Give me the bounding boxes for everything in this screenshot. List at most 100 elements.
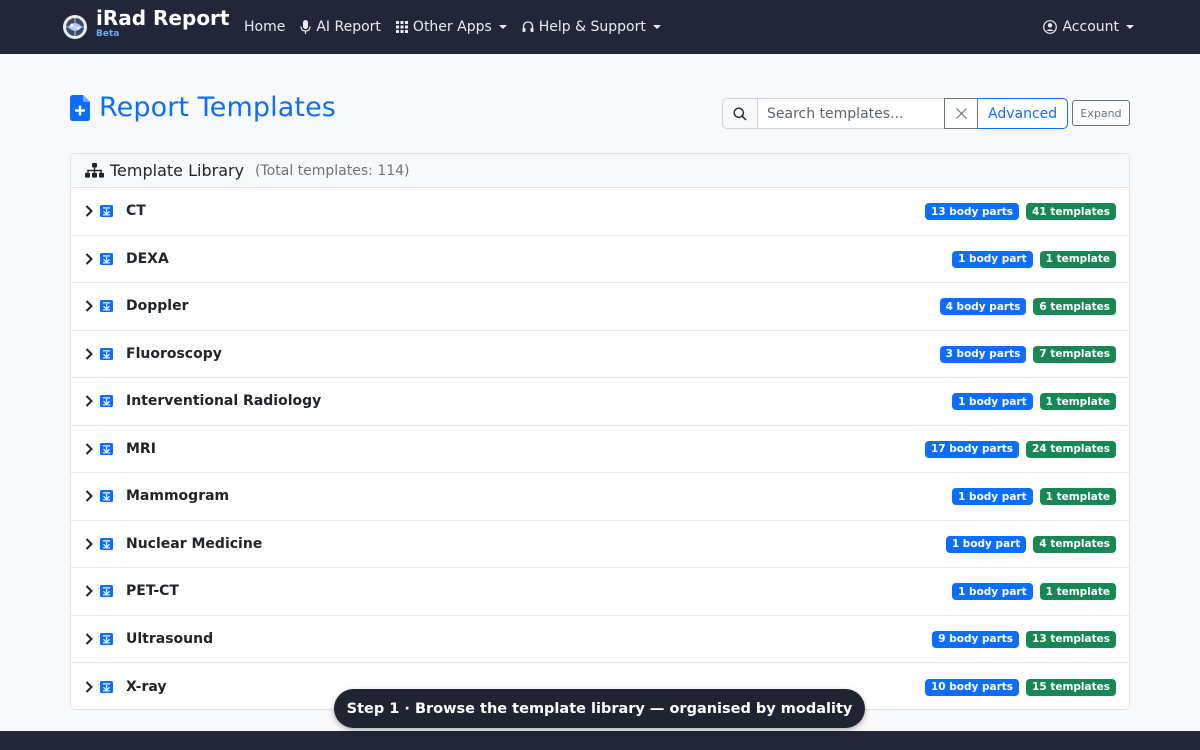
body-parts-badge: 3 body parts: [939, 345, 1027, 363]
row-badges: 1 body part 1 template: [945, 583, 1116, 601]
modality-row[interactable]: Interventional Radiology 1 body part 1 tem…: [71, 378, 1129, 426]
nav-ai-report[interactable]: AI Report: [300, 19, 381, 35]
card-title: Template Library: [110, 161, 245, 180]
chevron-right-icon[interactable]: [85, 490, 93, 502]
body-parts-badge: 17 body parts: [924, 440, 1020, 458]
modality-label: DEXA: [126, 250, 169, 267]
body-parts-badge: 1 body part: [952, 250, 1033, 268]
body-parts-badge: 1 body part: [945, 535, 1027, 553]
modality-label: Doppler: [126, 298, 189, 315]
expand-button[interactable]: Expand: [1072, 100, 1130, 126]
row-badges: 1 body part 1 template: [945, 488, 1116, 506]
chevron-right-icon[interactable]: [85, 348, 93, 360]
user-circle-icon: [1043, 20, 1058, 34]
modality-icon: [100, 585, 113, 598]
headset-icon: [522, 20, 534, 32]
modality-label: Mammogram: [126, 488, 230, 505]
modality-label: MRI: [126, 440, 156, 457]
modality-row[interactable]: Ultrasound 9 body parts 13 templates: [71, 616, 1129, 663]
brand-title: iRad Report: [96, 6, 230, 30]
nav-home[interactable]: Home: [244, 19, 285, 35]
body-parts-badge: 10 body parts: [924, 678, 1020, 696]
modality-label: PET-CT: [126, 583, 179, 600]
chevron-right-icon[interactable]: [85, 538, 93, 550]
nav-home-label: Home: [244, 19, 286, 35]
total-templates-count: (Total templates: 114): [255, 162, 410, 179]
body-parts-badge: 1 body part: [952, 488, 1033, 506]
chevron-right-icon[interactable]: [85, 300, 93, 312]
chevron-down-icon: [1126, 25, 1134, 29]
chevron-right-icon[interactable]: [85, 395, 93, 407]
page-title: Report Templates: [99, 92, 336, 123]
clear-search-button[interactable]: [944, 98, 978, 129]
modality-icon: [100, 347, 113, 360]
nav-links: Home AI Report Other Apps Help & Support: [244, 0, 676, 54]
modality-row[interactable]: Doppler 4 body parts 6 templates: [71, 283, 1129, 331]
modality-row[interactable]: MRI 17 body parts 24 templates: [71, 426, 1129, 473]
modality-row[interactable]: PET-CT 1 body part 1 template: [71, 568, 1129, 616]
tour-step-tooltip: Step 1 · Browse the template library — o…: [334, 689, 865, 728]
account-menu[interactable]: Account: [1043, 0, 1134, 54]
file-plus-icon: [70, 94, 90, 121]
templates-badge: 1 template: [1039, 393, 1116, 411]
modality-row[interactable]: CT 13 body parts 41 templates: [71, 188, 1129, 236]
modality-icon: [100, 537, 113, 550]
chevron-right-icon[interactable]: [85, 443, 93, 455]
chevron-right-icon[interactable]: [85, 253, 93, 265]
modality-row[interactable]: Fluoroscopy 3 body parts 7 templates: [71, 331, 1129, 378]
search-icon: [733, 107, 747, 121]
page-header: Report Templates: [70, 92, 336, 123]
row-badges: 10 body parts 15 templates: [918, 678, 1116, 696]
close-icon: [955, 108, 967, 119]
modality-icon: [100, 205, 113, 218]
chevron-right-icon[interactable]: [85, 585, 93, 597]
row-badges: 4 body parts 6 templates: [933, 298, 1116, 316]
nav-ai-report-label: AI Report: [316, 19, 381, 35]
templates-badge: 4 templates: [1033, 535, 1116, 553]
templates-badge: 24 templates: [1026, 440, 1116, 458]
templates-badge: 1 template: [1039, 583, 1116, 601]
templates-badge: 15 templates: [1026, 678, 1116, 696]
nav-help-support-label: Help & Support: [538, 19, 646, 35]
template-library-card: Template Library (Total templates: 114) …: [70, 153, 1130, 710]
grid-icon: [395, 21, 408, 33]
modality-icon: [100, 632, 113, 645]
body-parts-badge: 13 body parts: [924, 203, 1020, 221]
templates-badge: 1 template: [1039, 250, 1116, 268]
chevron-right-icon[interactable]: [85, 681, 93, 693]
templates-badge: 41 templates: [1026, 203, 1116, 221]
body-parts-badge: 4 body parts: [939, 298, 1027, 316]
advanced-search-button[interactable]: Advanced: [978, 98, 1069, 129]
nav-other-apps[interactable]: Other Apps: [395, 19, 507, 35]
nav-help-support[interactable]: Help & Support: [522, 19, 661, 35]
modality-icon: [100, 490, 113, 503]
brand-subtitle: Beta: [96, 29, 120, 39]
search-group: Advanced: [722, 98, 1069, 129]
search-addon: [722, 98, 757, 129]
chevron-right-icon[interactable]: [85, 205, 93, 217]
body-parts-badge: 9 body parts: [932, 630, 1020, 648]
modality-label: Fluoroscopy: [126, 345, 222, 362]
modality-label: CT: [126, 203, 146, 220]
modality-row[interactable]: Mammogram 1 body part 1 template: [71, 473, 1129, 521]
search-input[interactable]: [757, 98, 944, 129]
row-badges: 3 body parts 7 templates: [933, 345, 1116, 363]
modality-icon: [100, 680, 113, 693]
chevron-down-icon: [652, 25, 661, 29]
microphone-icon: [300, 20, 311, 34]
modality-label: Ultrasound: [126, 630, 214, 647]
modality-icon: [100, 442, 113, 455]
footer-bar: [0, 731, 1200, 750]
account-label: Account: [1062, 19, 1119, 35]
modality-row[interactable]: DEXA 1 body part 1 template: [71, 236, 1129, 283]
modality-icon: [100, 300, 113, 313]
chevron-right-icon[interactable]: [85, 633, 93, 645]
row-badges: 1 body part 1 template: [945, 250, 1116, 268]
brand[interactable]: iRad Report Beta: [62, 8, 229, 40]
modality-row[interactable]: Nuclear Medicine 1 body part 4 templates: [71, 521, 1129, 568]
row-badges: 13 body parts 41 templates: [918, 203, 1116, 221]
row-badges: 1 body part 4 templates: [939, 535, 1116, 553]
sitemap-icon: [85, 163, 104, 178]
body-parts-badge: 1 body part: [952, 583, 1033, 601]
modality-list: CT 13 body parts 41 templates DEXA 1 body pa…: [71, 188, 1129, 709]
